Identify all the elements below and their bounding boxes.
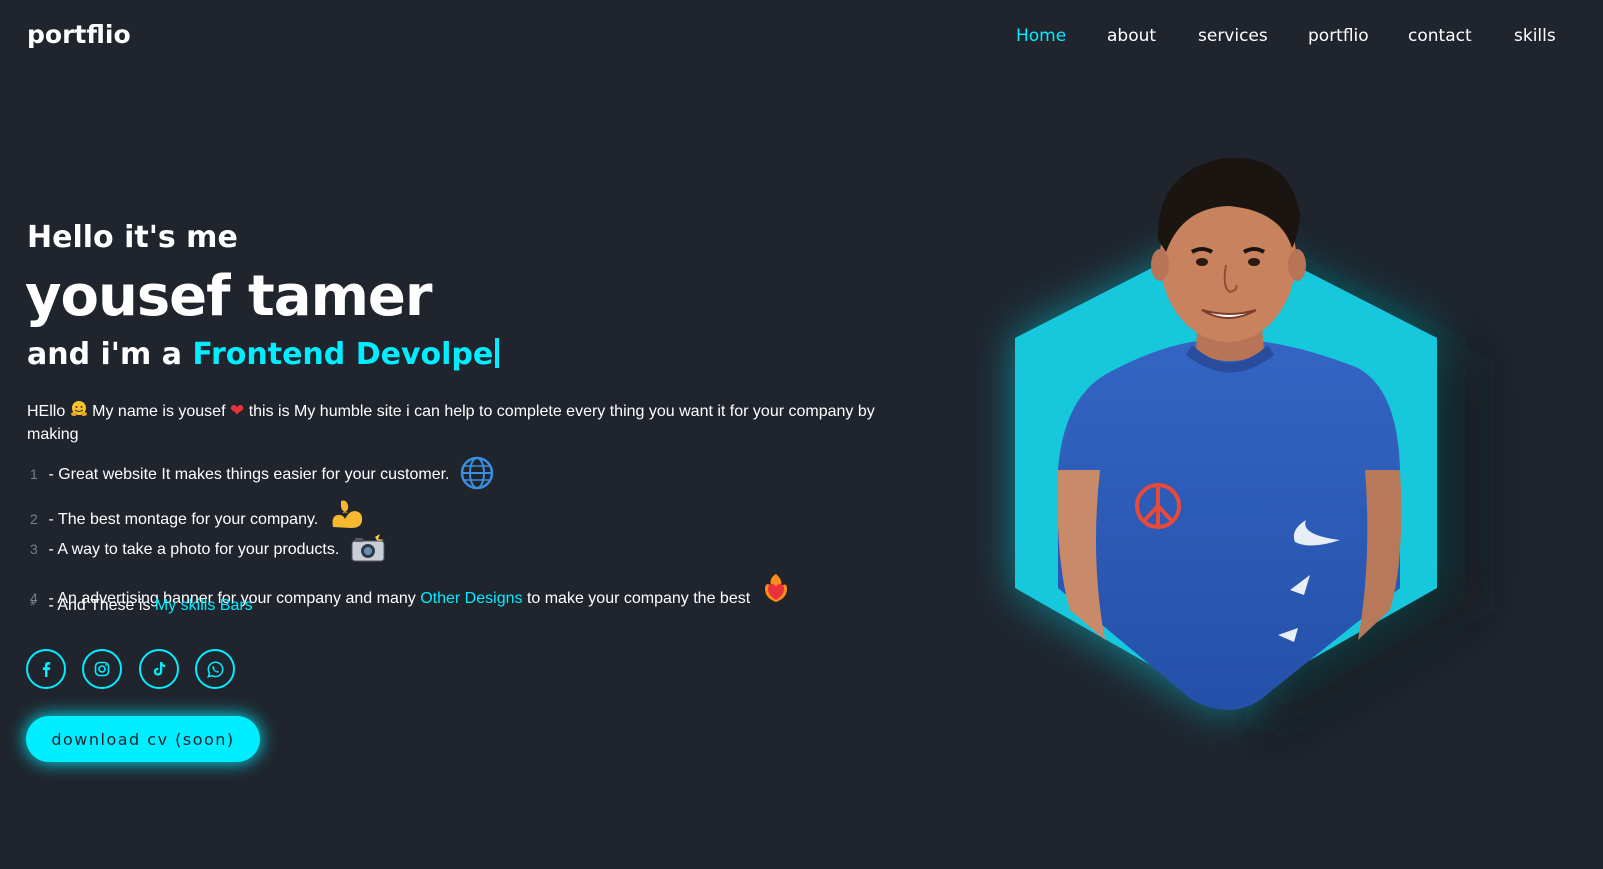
role-prefix: and i'm a: [27, 337, 182, 372]
list-text: - And These is: [48, 597, 151, 614]
name-heading: yousef tamer: [25, 264, 433, 329]
flexed-biceps-icon: [329, 497, 365, 532]
nav-portflio[interactable]: portflio: [1308, 26, 1369, 46]
intro-paragraph: HEllo My name is yousef ❤ this is My hum…: [27, 400, 887, 445]
list-text: - A way to take a photo for your product…: [48, 541, 340, 558]
nav-contact[interactable]: contact: [1408, 26, 1472, 46]
facebook-icon[interactable]: [26, 649, 66, 689]
intro-name: My name is yousef: [92, 403, 226, 420]
list-item: 1 - Great website It makes things easier…: [30, 456, 494, 490]
role-typed-text: Frontend Devolpe: [192, 337, 494, 372]
intro-hello: HEllo: [27, 403, 66, 420]
list-text: - The best montage for your company.: [48, 511, 319, 528]
skills-bars-link[interactable]: My skills Bars: [155, 597, 253, 614]
nav-home[interactable]: Home: [1016, 26, 1066, 46]
list-item: 3 - A way to take a photo for your produ…: [30, 531, 386, 563]
main-nav: Home about services portflio contact ski…: [0, 26, 1603, 54]
list-number: 3: [30, 541, 38, 557]
instagram-icon[interactable]: [82, 649, 122, 689]
list-number: 2: [30, 511, 38, 527]
whatsapp-icon[interactable]: [195, 649, 235, 689]
camera-flash-icon: [350, 531, 386, 563]
other-designs-link[interactable]: Other Designs: [420, 590, 522, 607]
greeting-heading: Hello it's me: [27, 220, 238, 255]
hugging-face-icon: [70, 400, 88, 424]
list-number: *: [30, 597, 36, 613]
list-item: 2 - The best montage for your company.: [30, 497, 365, 532]
list-item: * - And These is My skills Bars: [30, 597, 253, 615]
list-number: 1: [30, 466, 38, 482]
globe-icon: [460, 456, 494, 490]
role-heading: and i'm a Frontend Devolpe: [27, 337, 500, 372]
typing-cursor: [495, 338, 500, 368]
heart-on-fire-icon: [761, 572, 791, 611]
nav-skills[interactable]: skills: [1514, 26, 1556, 46]
profile-photo: [960, 140, 1520, 780]
tiktok-icon[interactable]: [139, 649, 179, 689]
download-cv-button[interactable]: download cv (soon): [26, 716, 260, 762]
red-heart-icon: ❤: [229, 401, 245, 420]
nav-services[interactable]: services: [1198, 26, 1268, 46]
list-text: to make your company the best: [526, 590, 751, 607]
list-text: - Great website It makes things easier f…: [48, 466, 450, 483]
nav-about[interactable]: about: [1107, 26, 1156, 46]
